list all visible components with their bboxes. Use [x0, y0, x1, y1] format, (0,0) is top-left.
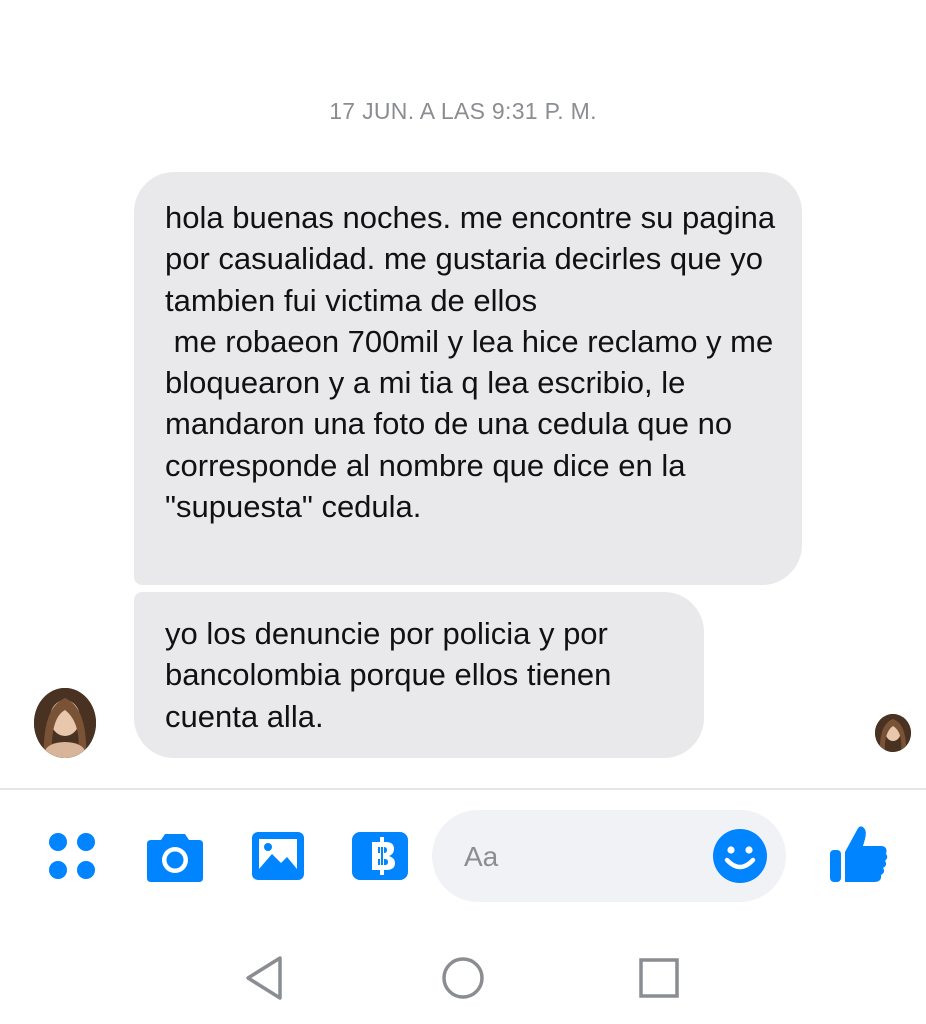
message-composer [432, 810, 786, 902]
menu-dots-button[interactable] [46, 830, 98, 882]
menu-dots-icon [49, 833, 95, 879]
nav-home-button[interactable] [435, 950, 491, 1006]
system-navigation-bar [0, 930, 926, 1024]
divider [0, 788, 926, 790]
sender-avatar[interactable] [34, 688, 96, 758]
gallery-button[interactable] [250, 830, 306, 882]
thumbs-up-icon [830, 826, 888, 882]
emoji-icon [713, 829, 767, 883]
nav-recents-button[interactable] [631, 950, 687, 1006]
message-bubble-2[interactable]: yo los denuncie por policia y por bancol… [134, 592, 704, 758]
recents-icon [639, 958, 679, 998]
emoji-button[interactable] [712, 828, 768, 884]
like-button[interactable] [828, 822, 890, 886]
read-receipt-avatar [875, 714, 911, 752]
message-bubble-1[interactable]: hola buenas noches. me encontre su pagin… [134, 172, 802, 585]
nav-back-button[interactable] [236, 950, 292, 1006]
camera-icon [147, 834, 203, 882]
message-input[interactable] [462, 832, 706, 882]
payment-icon [352, 832, 408, 880]
gallery-icon [252, 832, 304, 880]
timestamp: 17 JUN. A LAS 9:31 P. M. [329, 98, 597, 124]
payment-button[interactable] [350, 830, 410, 882]
home-icon [442, 957, 484, 999]
back-icon [246, 956, 282, 1000]
camera-button[interactable] [145, 828, 205, 884]
